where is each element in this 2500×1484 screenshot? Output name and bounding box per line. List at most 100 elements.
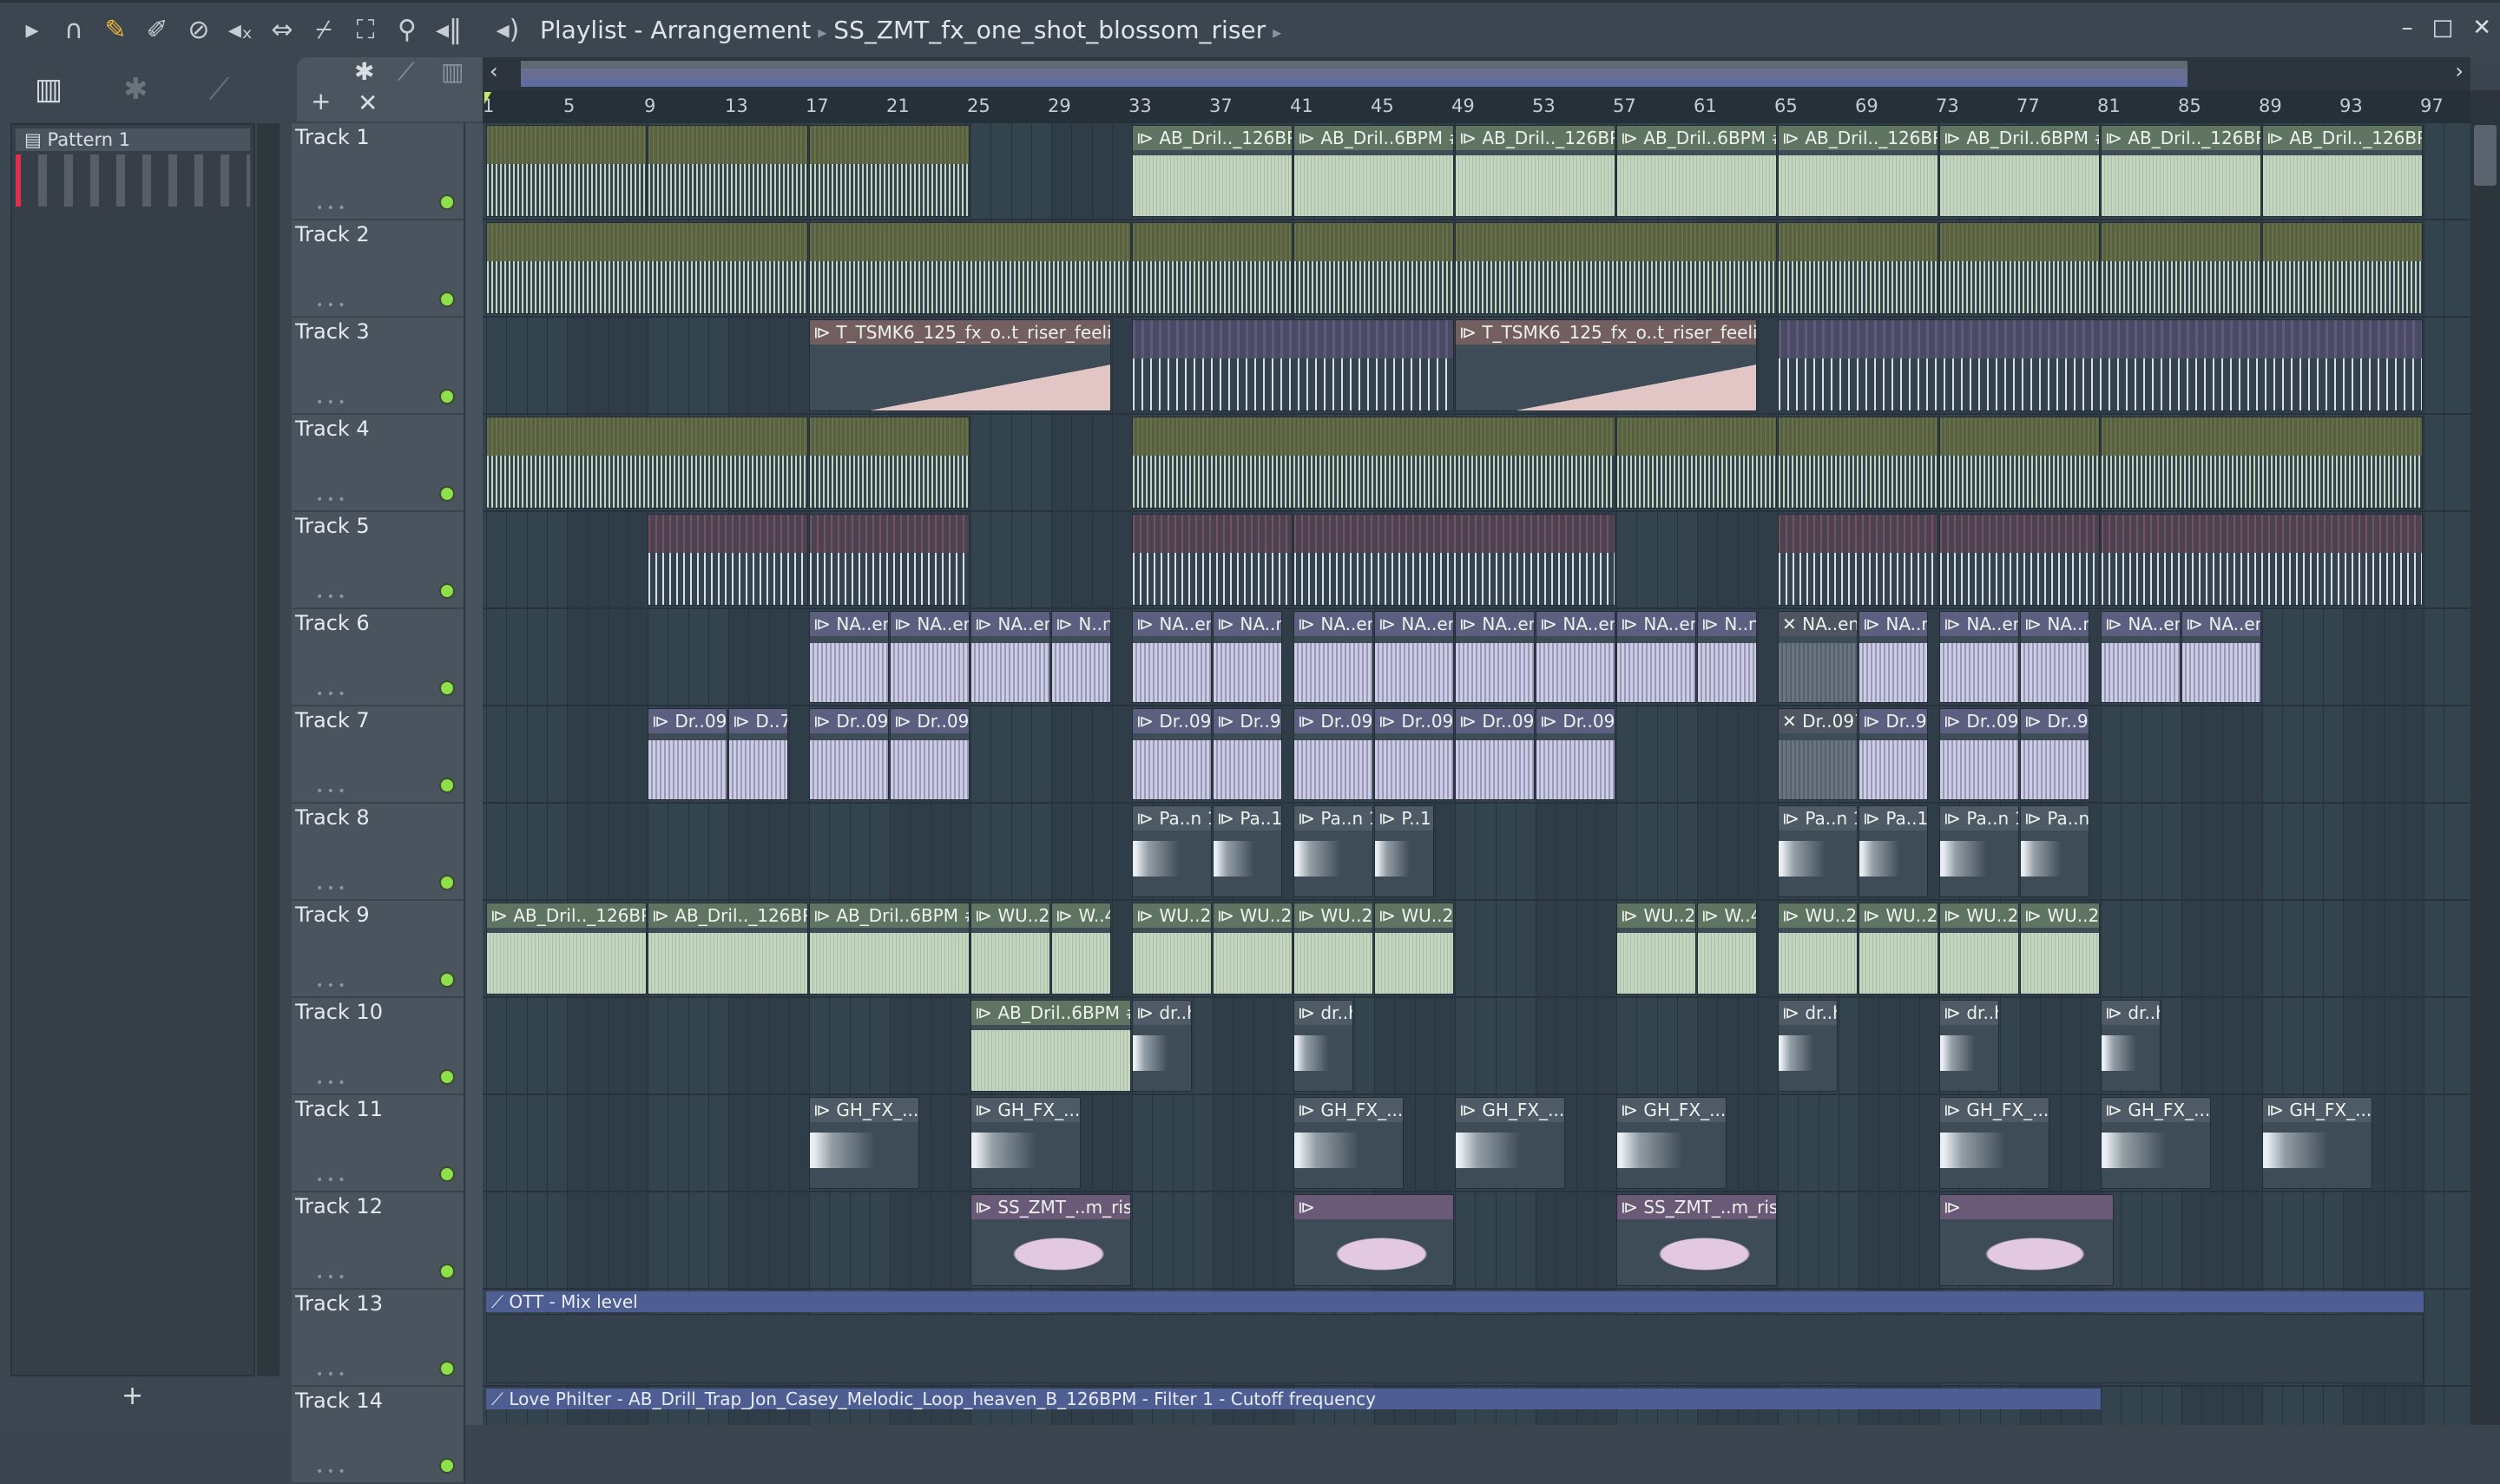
track-enable-toggle[interactable] bbox=[439, 1264, 455, 1279]
pattern-clip[interactable] bbox=[1132, 417, 1615, 509]
clip[interactable]: ⧐ WU..24 bbox=[1616, 903, 1696, 995]
clip[interactable]: ⧐ NA..en bbox=[1293, 611, 1373, 703]
close-button[interactable]: ✕ bbox=[2472, 15, 2491, 41]
clip[interactable]: ⧐ NA..en bbox=[2101, 611, 2181, 703]
clip[interactable]: ⧐ WU..24 bbox=[1778, 903, 1858, 995]
clip[interactable]: ⧐ Dr..97 bbox=[1859, 708, 1929, 800]
playlist-overview[interactable]: ‹ › bbox=[483, 57, 2470, 90]
close-x-icon[interactable]: ✕ bbox=[358, 89, 378, 117]
track-grip-icon[interactable]: • • • bbox=[316, 590, 345, 604]
track-enable-toggle[interactable] bbox=[439, 1069, 455, 1085]
clip[interactable]: ⧐ NA..en bbox=[1374, 611, 1454, 703]
clip[interactable]: ⧐ AB_Dril..6BPM #2 bbox=[970, 1000, 1131, 1092]
clip[interactable]: ⧐ NA..en bbox=[1939, 611, 2019, 703]
clip[interactable]: ⧐ Pa..n 1 bbox=[1778, 805, 1858, 897]
clip[interactable]: ⧐ GH_FX_...0 bbox=[1293, 1097, 1404, 1189]
clip[interactable]: ⧐ dr..h bbox=[2101, 1000, 2161, 1092]
clip[interactable]: ⧐ WU..24 bbox=[1132, 903, 1212, 995]
clip[interactable]: ⧐ WU..24 bbox=[1859, 903, 1938, 995]
scroll-left-icon[interactable]: ‹ bbox=[490, 59, 498, 83]
clip[interactable]: ⧐ WU..24 bbox=[1293, 903, 1373, 995]
clip[interactable]: ⧐ W..4 bbox=[1051, 903, 1111, 995]
add-pattern-button[interactable]: + bbox=[122, 1381, 143, 1411]
clip[interactable]: ⧐ dr..h bbox=[1132, 1000, 1192, 1092]
automation-clip[interactable]: ⟋ Love Philter - AB_Drill_Trap_Jon_Casey… bbox=[486, 1389, 2101, 1409]
clip[interactable]: ⧐ N..n bbox=[1697, 611, 1757, 703]
pattern-clip[interactable] bbox=[809, 222, 1131, 314]
pattern-clip[interactable] bbox=[486, 417, 808, 509]
clip[interactable]: ⧐ AB_Dril..6BPM #2 bbox=[809, 903, 970, 995]
pattern-clip[interactable]: ⧐ bbox=[1293, 1194, 1454, 1286]
pattern-clip[interactable] bbox=[809, 125, 970, 217]
track-enable-toggle[interactable] bbox=[439, 1166, 455, 1182]
track-enable-toggle[interactable] bbox=[439, 583, 455, 599]
clip[interactable]: ⧐ AB_Dril.._126BPM bbox=[1778, 125, 1938, 217]
pattern-clip[interactable] bbox=[486, 222, 808, 314]
automation-icon[interactable]: ⟋ bbox=[209, 72, 230, 107]
clip[interactable]: ⧐ T_TSMK6_125_fx_o..t_riser_feelings bbox=[1455, 319, 1757, 411]
track-header[interactable]: Track 2 • • • bbox=[292, 220, 465, 318]
track-grip-icon[interactable]: • • • bbox=[316, 1076, 345, 1090]
track-header[interactable]: Track 7 • • • bbox=[292, 706, 465, 804]
clip[interactable]: ✕ NA..en bbox=[1778, 611, 1858, 703]
track-grip-icon[interactable]: • • • bbox=[316, 687, 345, 701]
pattern-clip[interactable] bbox=[1132, 514, 1293, 606]
track-header[interactable]: Track 9 • • • bbox=[292, 901, 465, 998]
piano-roll-icon[interactable]: ▥ bbox=[441, 57, 464, 86]
clip[interactable]: ⧐ NA..en bbox=[970, 611, 1050, 703]
clip[interactable]: ⧐ dr..h bbox=[1778, 1000, 1838, 1092]
clip[interactable]: ⧐ Dr..097 bbox=[1455, 708, 1535, 800]
track-enable-toggle[interactable] bbox=[439, 778, 455, 793]
clip[interactable]: ⧐ NA..n bbox=[1859, 611, 1929, 703]
clip[interactable]: ⧐ Pa..n 1 bbox=[1132, 805, 1212, 897]
clip[interactable]: ⧐ Dr..97 bbox=[1213, 708, 1283, 800]
clip[interactable]: ⧐ WU..24 bbox=[2020, 903, 2100, 995]
select-tool-icon[interactable]: ⛶ bbox=[351, 15, 380, 45]
pattern-clip[interactable]: ⧐ bbox=[1939, 1194, 2115, 1286]
track-header[interactable]: Track 13 • • • bbox=[292, 1290, 465, 1387]
clip[interactable]: ⧐ NA..n bbox=[1213, 611, 1283, 703]
pattern-clip[interactable] bbox=[1132, 222, 1293, 314]
vertical-scrollbar[interactable] bbox=[2470, 90, 2500, 1425]
pattern-clip[interactable] bbox=[486, 125, 647, 217]
track-header[interactable]: Track 8 • • • bbox=[292, 804, 465, 901]
track-grip-icon[interactable]: • • • bbox=[316, 396, 345, 410]
clip[interactable]: ⧐ NA..en bbox=[1455, 611, 1535, 703]
track-enable-toggle[interactable] bbox=[439, 680, 455, 696]
track-grip-icon[interactable]: • • • bbox=[316, 1368, 345, 1382]
pattern-clip[interactable] bbox=[1293, 514, 1615, 606]
clip[interactable]: ⧐ AB_Dril.._126BPM bbox=[2262, 125, 2423, 217]
clip[interactable]: ⧐ W..4 bbox=[1697, 903, 1757, 995]
pattern-scrollbar[interactable] bbox=[257, 123, 280, 1376]
clip[interactable]: ⧐ WU..24 bbox=[1939, 903, 2019, 995]
track-grip-icon[interactable]: • • • bbox=[316, 493, 345, 507]
clip[interactable]: ⧐ dr..h bbox=[1939, 1000, 1999, 1092]
clip[interactable]: ⧐ Pa..n 1 bbox=[1939, 805, 2019, 897]
track-header[interactable]: Track 6 • • • bbox=[292, 609, 465, 706]
track-grip-icon[interactable]: • • • bbox=[316, 299, 345, 312]
clip[interactable]: ⧐ NA..en bbox=[1616, 611, 1696, 703]
clip[interactable]: ⧐ Dr..097 bbox=[648, 708, 727, 800]
clip[interactable]: ⧐ GH_FX_...0 bbox=[970, 1097, 1081, 1189]
track-header[interactable]: Track 4 • • • bbox=[292, 415, 465, 512]
pattern-clip[interactable] bbox=[1778, 319, 2423, 411]
pattern-clip[interactable] bbox=[648, 125, 808, 217]
clip[interactable]: ⧐ GH_FX_...0 bbox=[809, 1097, 919, 1189]
track-grip-icon[interactable]: • • • bbox=[316, 882, 345, 896]
track-grip-icon[interactable]: • • • bbox=[316, 1173, 345, 1187]
track-enable-toggle[interactable] bbox=[439, 972, 455, 988]
clip[interactable]: ⧐ AB_Dril.._126BPM bbox=[2101, 125, 2261, 217]
pattern-clip[interactable] bbox=[648, 514, 808, 606]
track-enable-toggle[interactable] bbox=[439, 875, 455, 890]
clip[interactable]: ⧐ AB_Dril..6BPM #2 bbox=[1616, 125, 1777, 217]
clip[interactable]: ⧐ WU..24 bbox=[1374, 903, 1454, 995]
clip[interactable]: ⧐ D..7 bbox=[728, 708, 788, 800]
clip[interactable]: ⧐ AB_Dril..6BPM #2 bbox=[1939, 125, 2100, 217]
play-arrow-icon[interactable]: ▸ bbox=[17, 15, 47, 45]
clip[interactable]: ⧐ NA..en bbox=[1132, 611, 1212, 703]
scrollbar-thumb[interactable] bbox=[2474, 125, 2497, 186]
clip[interactable]: ⧐ Dr..097 bbox=[1132, 708, 1212, 800]
pattern-clip[interactable] bbox=[809, 417, 970, 509]
pattern-clip[interactable] bbox=[2101, 417, 2423, 509]
clip[interactable]: ⧐ Dr..097 bbox=[1374, 708, 1454, 800]
